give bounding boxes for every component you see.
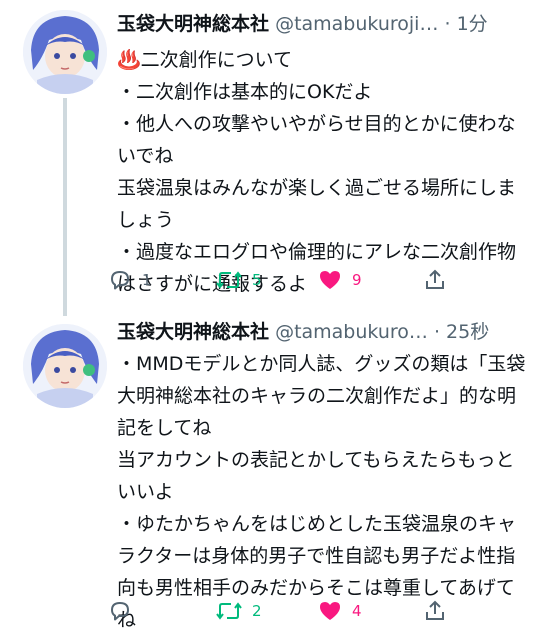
action-bar: 1 5 9 <box>108 265 528 295</box>
retweet-count: 2 <box>252 602 262 620</box>
like-button[interactable]: 9 <box>318 265 362 295</box>
retweet-count: 5 <box>252 271 262 289</box>
tweet-text: ♨️二次創作について ・二次創作は基本的にOKだよ ・他人への攻撃やいやがらせ目… <box>117 49 517 295</box>
reply-count: 1 <box>142 271 152 289</box>
retweet-icon <box>216 271 242 289</box>
like-icon <box>320 602 340 620</box>
like-button[interactable]: 4 <box>318 596 362 626</box>
display-name[interactable]: 玉袋大明神総本社 <box>117 13 269 35</box>
retweet-button[interactable]: 5 <box>216 265 262 295</box>
separator-dot: · <box>433 321 440 343</box>
reply-button[interactable]: 1 <box>108 265 152 295</box>
tweet-2[interactable]: 玉袋大明神総本社 @tamabukuro… · 25秒 ・MMDモデルとか同人誌… <box>0 318 539 640</box>
tweet-1[interactable]: 玉袋大明神総本社 @tamabukuroji… · 1分 ♨️二次創作について … <box>0 0 539 318</box>
share-icon <box>426 600 444 620</box>
retweet-icon <box>216 602 242 620</box>
user-handle[interactable]: @tamabukuroji… <box>275 13 438 35</box>
share-icon <box>426 269 444 289</box>
avatar[interactable] <box>23 324 107 408</box>
display-name[interactable]: 玉袋大明神総本社 <box>117 321 269 343</box>
reply-button[interactable] <box>108 596 142 626</box>
like-icon <box>320 271 340 289</box>
like-count: 9 <box>352 271 362 289</box>
tweet-header: 玉袋大明神総本社 @tamabukuroji… · 1分 <box>117 10 488 38</box>
timestamp[interactable]: 1分 <box>457 13 488 35</box>
timestamp[interactable]: 25秒 <box>446 321 489 343</box>
share-button[interactable] <box>423 596 447 626</box>
retweet-button[interactable]: 2 <box>216 596 262 626</box>
separator-dot: · <box>444 13 451 35</box>
tweet-text: ・MMDモデルとか同人誌、グッズの類は「玉袋大明神総本社のキャラの二次創作だよ」… <box>117 353 526 631</box>
reply-icon <box>111 271 129 290</box>
action-bar: 2 4 <box>108 596 528 626</box>
user-handle[interactable]: @tamabukuro… <box>275 321 428 343</box>
reply-icon <box>111 602 129 621</box>
like-count: 4 <box>352 602 362 620</box>
tweet-header: 玉袋大明神総本社 @tamabukuro… · 25秒 <box>117 318 489 346</box>
share-button[interactable] <box>423 265 447 295</box>
avatar[interactable] <box>23 10 107 94</box>
